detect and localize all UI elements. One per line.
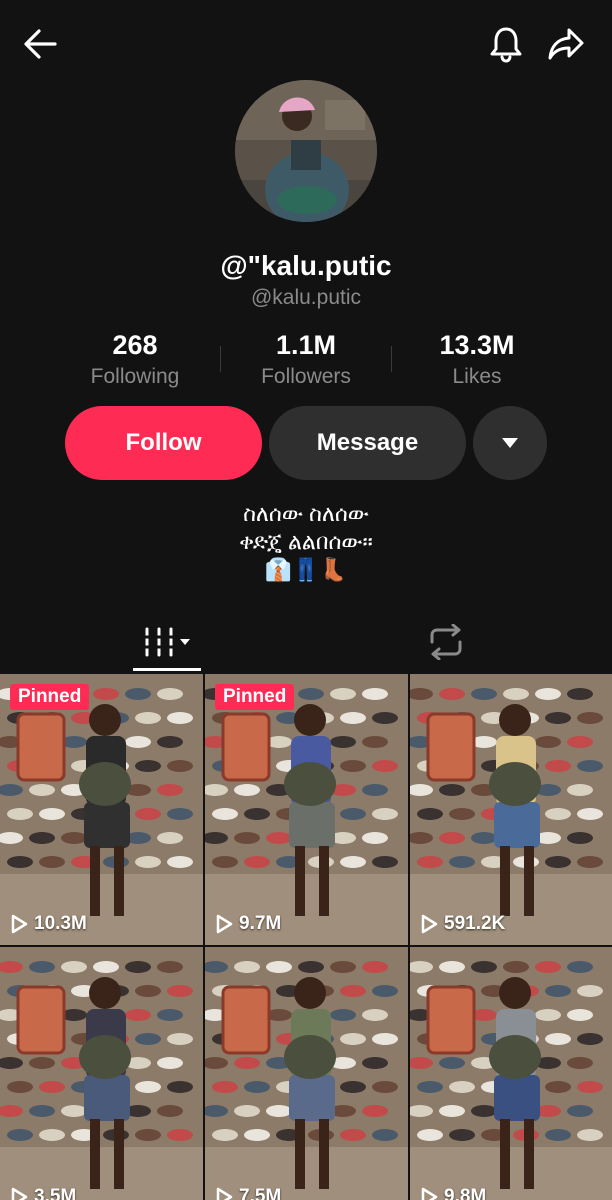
followers-label: Followers [261,365,351,388]
video-tile[interactable]: 7.5M [205,947,408,1200]
share-arrow-icon [548,28,584,60]
back-button[interactable] [16,20,64,68]
top-bar [0,0,612,90]
avatar[interactable] [235,80,377,222]
video-thumbnail [410,674,612,945]
stat-followers[interactable]: 1.1M Followers [221,330,391,389]
following-count: 268 [112,330,158,360]
grid-sort-icon [143,627,190,657]
notification-bell-icon [490,27,522,63]
video-tile[interactable]: 9.8M [410,947,612,1200]
bio-emoji: 👔👖👢 [264,557,348,582]
play-icon [421,914,438,934]
view-count-text: 9.8M [444,1186,487,1200]
followers-count: 1.1M [275,330,337,360]
pinned-badge: Pinned [215,684,295,710]
notification-button[interactable] [482,20,530,68]
view-count: 9.7M [215,913,281,935]
share-button[interactable] [542,20,590,68]
view-count-text: 9.7M [239,913,282,934]
tab-reposts[interactable] [412,612,480,672]
play-icon [216,914,233,934]
video-tile[interactable]: 591.2K [410,674,612,945]
video-tile[interactable]: 3.5M [0,947,203,1200]
message-button[interactable]: Message [269,406,466,480]
stat-likes[interactable]: 13.3M Likes [392,330,562,389]
view-count: 10.3M [10,913,87,935]
stat-following[interactable]: 268 Following [50,330,220,389]
view-count: 591.2K [420,913,505,935]
more-options-button[interactable] [473,406,547,480]
play-icon [11,914,28,934]
view-count: 7.5M [215,1186,281,1200]
following-label: Following [90,365,180,388]
repost-icon [430,624,462,660]
play-icon [216,1187,233,1200]
bio-line: ስለሰው ስለሰው [243,501,369,526]
video-tile[interactable]: Pinned 10.3M [0,674,203,945]
video-thumbnail [0,674,203,945]
likes-label: Likes [452,365,502,388]
video-grid: Pinned 10.3M Pinned 9.7M 591.2K 3.5M 7.5M 9.8M [0,674,612,1200]
video-thumbnail [205,674,408,945]
likes-count: 13.3M [439,330,515,360]
view-count-text: 591.2K [444,913,506,934]
caret-down-icon [502,438,518,448]
view-count-text: 3.5M [34,1186,77,1200]
profile-bio: ስለሰው ስለሰው ቀድጄ ልልበሰው። 👔👖👢 [0,500,612,584]
view-count: 3.5M [10,1186,76,1200]
back-arrow-icon [24,29,57,59]
play-icon [11,1187,28,1200]
bio-line: ቀድጄ ልልበሰው። [239,529,373,554]
video-tile[interactable]: Pinned 9.7M [205,674,408,945]
video-thumbnail [410,947,612,1200]
video-thumbnail [0,947,203,1200]
pinned-badge: Pinned [10,684,90,710]
profile-stats: 268 Following 1.1M Followers 13.3M Likes [50,330,562,390]
play-icon [421,1187,438,1200]
follow-button[interactable]: Follow [65,406,262,480]
view-count-text: 7.5M [239,1186,282,1200]
content-tabs [0,612,612,672]
view-count: 9.8M [420,1186,486,1200]
video-thumbnail [205,947,408,1200]
view-count-text: 10.3M [34,913,87,934]
username-handle: @kalu.putic [250,286,362,309]
active-tab-indicator [133,668,201,671]
tab-videos[interactable] [133,612,201,672]
display-name: @"kalu.putic [220,250,392,281]
